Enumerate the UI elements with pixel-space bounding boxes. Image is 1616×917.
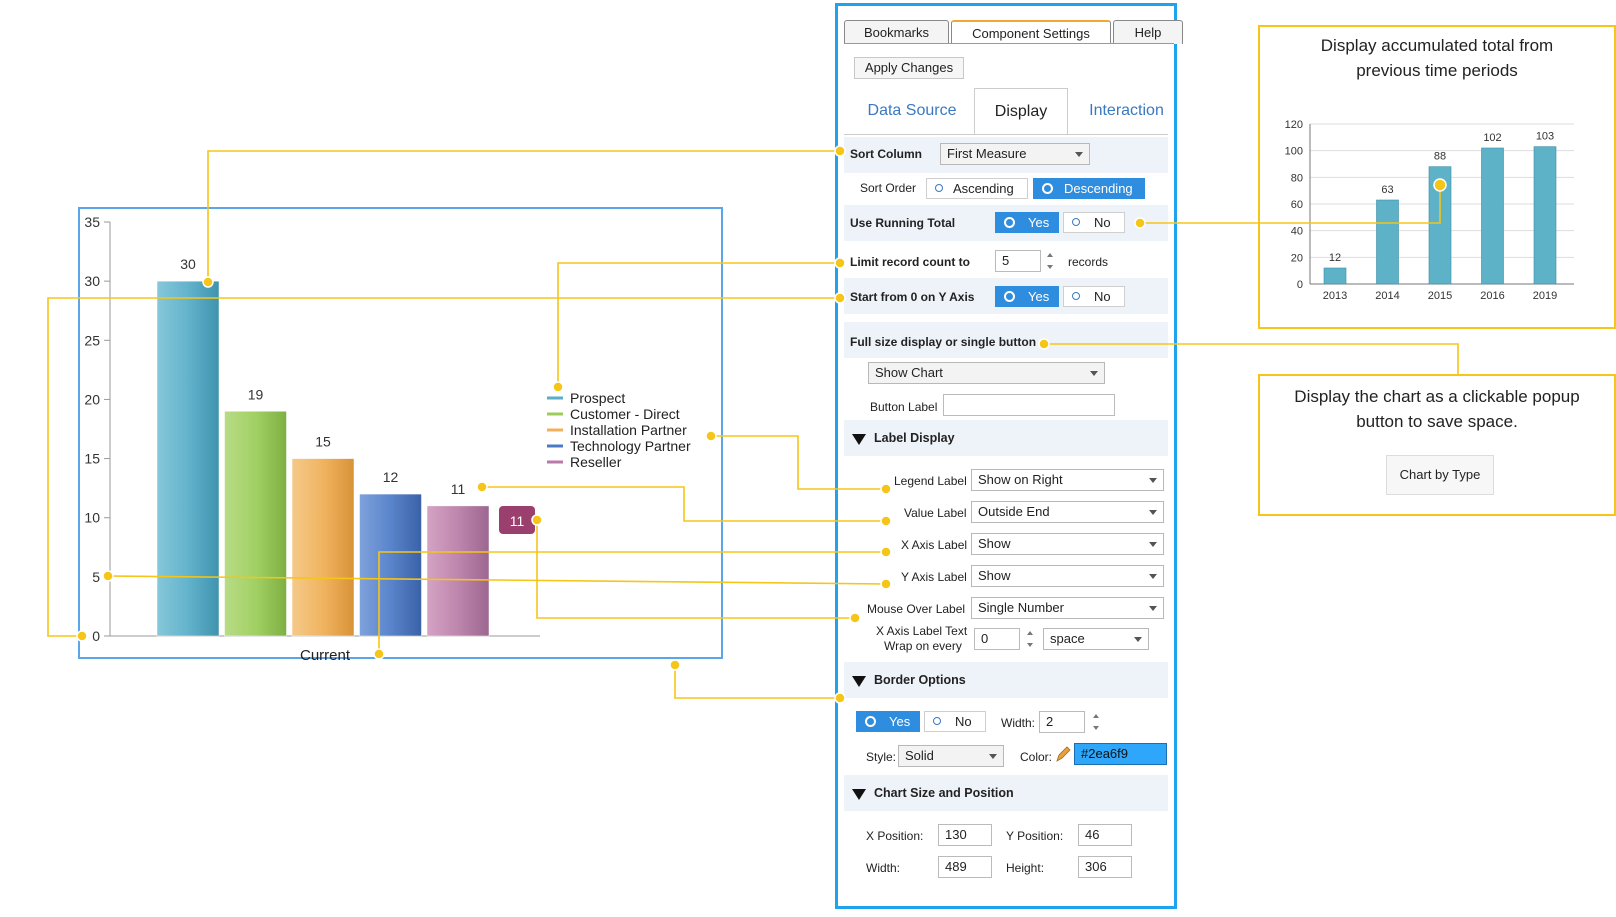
connector-dot [373,648,385,660]
connector-dot [102,570,114,582]
connector-dot [1038,338,1050,350]
connector-x-axis [378,551,886,654]
connector-dot [834,257,846,269]
connector-dot [834,292,846,304]
connector-start-zero [47,297,840,637]
connector-legend [711,435,886,490]
connector-limit [557,262,840,387]
connector-dot [202,276,214,288]
connector-dot [531,514,543,526]
connector-dot [834,692,846,704]
connector-dot [1433,178,1447,192]
connector-border [674,665,840,699]
connector-dot [880,515,892,527]
connector-dot [476,481,488,493]
connector-full-size [1044,343,1459,374]
connector-value [482,486,886,522]
connector-dot [669,659,681,671]
connector-dot [705,430,717,442]
connector-dot [1134,217,1146,229]
connector-mouse-over [536,520,855,619]
connector-dot [880,578,892,590]
connector-running-total [1140,185,1441,224]
connector-lines [47,145,1459,704]
connector-dot [880,483,892,495]
connector-dot [849,612,861,624]
connector-dot [834,145,846,157]
connector-dot [76,630,88,642]
connector-dot [552,381,564,393]
connector-y-axis [107,575,887,585]
connector-dot [880,546,892,558]
